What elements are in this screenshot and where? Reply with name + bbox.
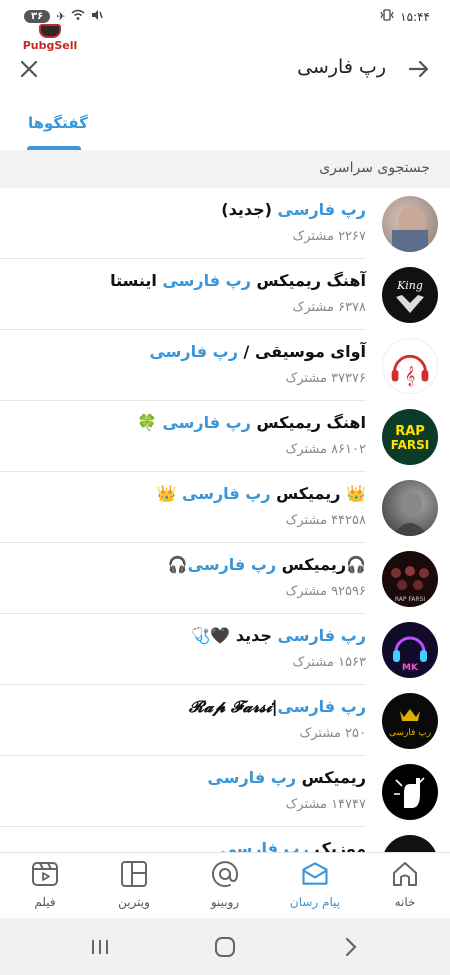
battery-indicator: ۳۶ <box>24 10 51 23</box>
close-icon <box>20 60 38 78</box>
arrow-right-icon <box>408 60 429 78</box>
subscriber-count: ۲۲۶۷ مشترک <box>292 229 366 244</box>
svg-text:FARSI: FARSI <box>391 438 429 452</box>
avatar: MK <box>382 622 438 678</box>
mute-icon <box>91 9 104 24</box>
list-item[interactable]: MK رپ فارسی جدید 🖤🩺 ۱۵۶۳ مشترک <box>0 614 450 685</box>
avatar <box>382 764 438 820</box>
result-title: ریمیکس رپ فارسی <box>207 768 366 787</box>
svg-text:MK: MK <box>402 663 419 673</box>
recents-icon <box>92 940 108 954</box>
search-header: رپ فارسی <box>0 44 450 92</box>
airplane-icon: ✈ <box>56 10 66 23</box>
svg-text:RAP FARSI: RAP FARSI <box>395 596 426 603</box>
subscriber-count: ۱۴۷۴۷ مشترک <box>285 797 366 812</box>
status-icons-right: ۱۵:۴۴ <box>380 9 430 24</box>
result-title: 🎧ریمیکس رپ فارسی🎧 <box>167 555 366 574</box>
home-button[interactable] <box>210 934 240 960</box>
tab-chats[interactable]: گفتگوها <box>28 114 88 132</box>
search-tabs: گفتگوها <box>0 108 450 150</box>
search-input[interactable]: رپ فارسی <box>297 56 386 78</box>
list-item[interactable]: ریمیکس رپ فارسی ۱۴۷۴۷ مشترک <box>0 756 450 827</box>
back-button[interactable] <box>404 54 434 84</box>
list-item[interactable]: RAP FARSI اهنگ ریمیکس رپ فارسی 🍀 ۸۶۱۰۲ مش… <box>0 401 450 472</box>
result-title: آوای موسیقی / رپ فارسی <box>149 342 366 361</box>
chevron-right-icon <box>345 937 357 957</box>
nav-showcase[interactable]: ویترین <box>94 859 174 909</box>
showcase-icon <box>119 859 149 889</box>
system-navigation-bar <box>0 918 450 975</box>
wifi-icon <box>71 9 85 24</box>
film-icon <box>30 859 60 889</box>
nav-home[interactable]: خانه <box>365 859 445 909</box>
svg-text:RAP: RAP <box>395 424 425 439</box>
result-title: موزیک رپ فارسی <box>220 839 366 852</box>
result-title: رپ فارسی (جدید) <box>221 200 366 219</box>
result-title: اهنگ ریمیکس رپ فارسی 🍀 <box>136 413 366 432</box>
avatar <box>382 196 438 252</box>
home-circle-icon <box>215 937 235 957</box>
result-title: آهنگ ریمیکس رپ فارسی اینستا <box>110 271 366 290</box>
svg-text:رپ فارسی: رپ فارسی <box>389 728 431 738</box>
back-system-button[interactable] <box>336 934 366 960</box>
avatar: RAP FARSI <box>382 551 438 607</box>
list-item[interactable]: رپ فارسی رپ فارسی|𝓡𝓪𝓹 𝓕𝓪𝓻𝓼𝓲 ۲۵۰ مشترک <box>0 685 450 756</box>
avatar: RAP FARSI <box>382 409 438 465</box>
results-list: رپ فارسی (جدید) ۲۲۶۷ مشترک King آهنگ ریم… <box>0 188 450 852</box>
status-icons-left: ۳۶ ✈ <box>24 9 104 24</box>
nav-rubino[interactable]: روبینو <box>185 859 265 909</box>
list-item[interactable]: 𝄞 آوای موسیقی / رپ فارسی ۳۷۳۷۶ مشترک <box>0 330 450 401</box>
shield-icon <box>39 24 61 38</box>
result-title: 👑 ریمیکس رپ فارسی 👑 <box>156 484 366 503</box>
avatar <box>382 835 438 852</box>
nav-label: ویترین <box>118 895 150 909</box>
nav-label: روبینو <box>210 895 240 909</box>
home-icon <box>390 859 420 889</box>
result-title: رپ فارسی|𝓡𝓪𝓹 𝓕𝓪𝓻𝓼𝓲 <box>188 697 366 716</box>
close-button[interactable] <box>14 54 44 84</box>
nav-label: خانه <box>394 895 416 909</box>
recents-button[interactable] <box>85 934 115 960</box>
subscriber-count: ۶۳۷۸ مشترک <box>292 300 366 315</box>
list-item[interactable]: رپ فارسی (جدید) ۲۲۶۷ مشترک <box>0 188 450 259</box>
list-item[interactable]: موزیک رپ فارسی <box>0 827 450 852</box>
subscriber-count: ۸۶۱۰۲ مشترک <box>285 442 366 457</box>
list-item[interactable]: King آهنگ ریمیکس رپ فارسی اینستا ۶۳۷۸ مش… <box>0 259 450 330</box>
list-item[interactable]: 👑 ریمیکس رپ فارسی 👑 ۴۴۲۵۸ مشترک <box>0 472 450 543</box>
subscriber-count: ۱۵۶۳ مشترک <box>292 655 366 670</box>
avatar: رپ فارسی <box>382 693 438 749</box>
nav-label: فیلم <box>34 895 56 909</box>
avatar <box>382 480 438 536</box>
section-header: جستجوی سراسری <box>0 150 450 188</box>
vibrate-icon <box>380 9 394 24</box>
subscriber-count: ۴۴۲۵۸ مشترک <box>285 513 366 528</box>
messenger-icon <box>300 859 330 889</box>
result-title: رپ فارسی جدید 🖤🩺 <box>190 626 367 645</box>
nav-film[interactable]: فیلم <box>5 859 85 909</box>
svg-text:𝄞: 𝄞 <box>405 366 415 386</box>
rubino-icon <box>210 859 240 889</box>
subscriber-count: ۳۷۳۷۶ مشترک <box>285 371 366 386</box>
nav-messenger[interactable]: پیام رسان <box>275 859 355 909</box>
subscriber-count: ۲۵۰ مشترک <box>299 726 366 741</box>
bottom-navigation: خانه پیام رسان روبینو ویترین فیلم <box>0 852 450 918</box>
avatar: 𝄞 <box>382 338 438 394</box>
section-title: جستجوی سراسری <box>319 160 430 176</box>
avatar: King <box>382 267 438 323</box>
nav-label: پیام رسان <box>289 895 341 909</box>
clock: ۱۵:۴۴ <box>400 9 430 24</box>
svg-text:King: King <box>396 279 423 292</box>
subscriber-count: ۹۲۵۹۶ مشترک <box>285 584 366 599</box>
list-item[interactable]: RAP FARSI 🎧ریمیکس رپ فارسی🎧 ۹۲۵۹۶ مشترک <box>0 543 450 614</box>
